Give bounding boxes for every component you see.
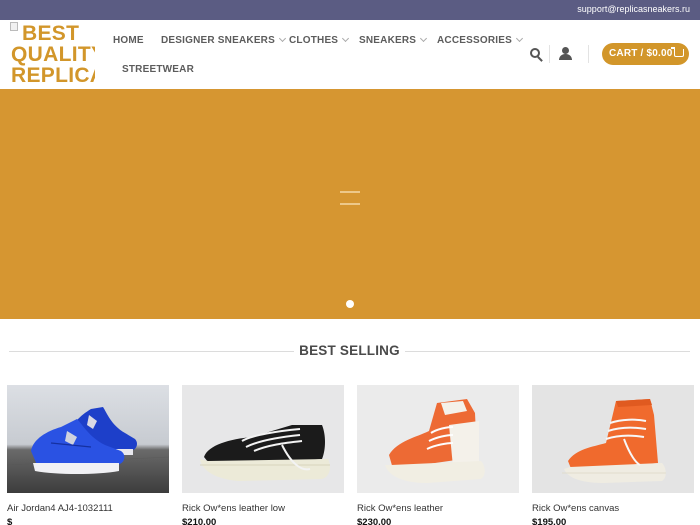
product-name[interactable]: Air Jordan4 AJ4-1032111 (7, 503, 113, 514)
header-divider (588, 45, 589, 63)
logo-text-line: REPLICA (11, 64, 95, 85)
product-image[interactable] (182, 385, 344, 493)
nav-item-accessories[interactable]: ACCESSORIES (437, 34, 524, 46)
product-image[interactable] (357, 385, 519, 493)
product-price: $ (7, 517, 13, 525)
product-price: $210.00 (182, 517, 217, 525)
product-card[interactable]: Rick Ow*ens leather low $210.00 (182, 385, 344, 525)
nav-item-label: STREETWEAR (122, 64, 194, 75)
product-price: $230.00 (357, 517, 392, 525)
cart-icon (671, 47, 684, 57)
product-card[interactable]: Rick Ow*ens canvas $195.00 (532, 385, 694, 525)
product-price: $195.00 (532, 517, 567, 525)
product-image[interactable] (7, 385, 169, 493)
nav-item-designer-sneakers[interactable]: DESIGNER SNEAKERS (161, 34, 287, 46)
nav-item-label: ACCESSORIES (437, 35, 512, 46)
site-header: BEST QUALITY REPLICA HOME DESIGNER SNEAK… (0, 20, 700, 89)
heading-rule (405, 351, 690, 352)
header-divider (549, 45, 550, 63)
nav-item-label: SNEAKERS (359, 35, 417, 46)
top-bar: support@replicasneakers.ru (0, 0, 700, 20)
nav-item-label: CLOTHES (289, 35, 339, 46)
broken-image-icon (10, 22, 18, 31)
support-email-link[interactable]: support@replicasneakers.ru (577, 4, 690, 14)
logo-text-line: QUALITY (11, 43, 95, 66)
nav-item-label: DESIGNER SNEAKERS (161, 35, 275, 46)
section-title: BEST SELLING (299, 343, 400, 358)
heading-rule (9, 351, 294, 352)
chevron-down-icon (515, 34, 524, 43)
nav-item-label: HOME (113, 35, 144, 46)
cart-button[interactable]: CART / $0.00 (602, 43, 689, 65)
slider-dot-active[interactable] (346, 300, 354, 308)
nav-item-clothes[interactable]: CLOTHES (289, 34, 350, 46)
logo-text-line: BEST (22, 22, 80, 45)
product-card[interactable]: Rick Ow*ens leather $230.00 (357, 385, 519, 525)
search-icon[interactable] (530, 48, 543, 62)
chevron-down-icon (278, 34, 287, 43)
cart-label: CART / $0.00 (609, 48, 673, 59)
chevron-down-icon (342, 34, 350, 43)
product-name[interactable]: Rick Ow*ens canvas (532, 503, 619, 514)
site-logo[interactable]: BEST QUALITY REPLICA (9, 21, 95, 85)
user-icon[interactable] (559, 47, 572, 61)
product-image[interactable] (532, 385, 694, 493)
hero-slider[interactable] (0, 89, 700, 319)
nav-item-sneakers[interactable]: SNEAKERS (359, 34, 428, 46)
product-name[interactable]: Rick Ow*ens leather low (182, 503, 285, 514)
loading-icon (340, 191, 360, 207)
nav-item-home[interactable]: HOME (113, 35, 144, 46)
product-name[interactable]: Rick Ow*ens leather (357, 503, 443, 514)
product-card[interactable]: Air Jordan4 AJ4-1032111 $ (7, 385, 169, 525)
chevron-down-icon (420, 34, 428, 43)
best-selling-heading: BEST SELLING (0, 343, 700, 361)
nav-item-streetwear[interactable]: STREETWEAR (122, 64, 194, 75)
